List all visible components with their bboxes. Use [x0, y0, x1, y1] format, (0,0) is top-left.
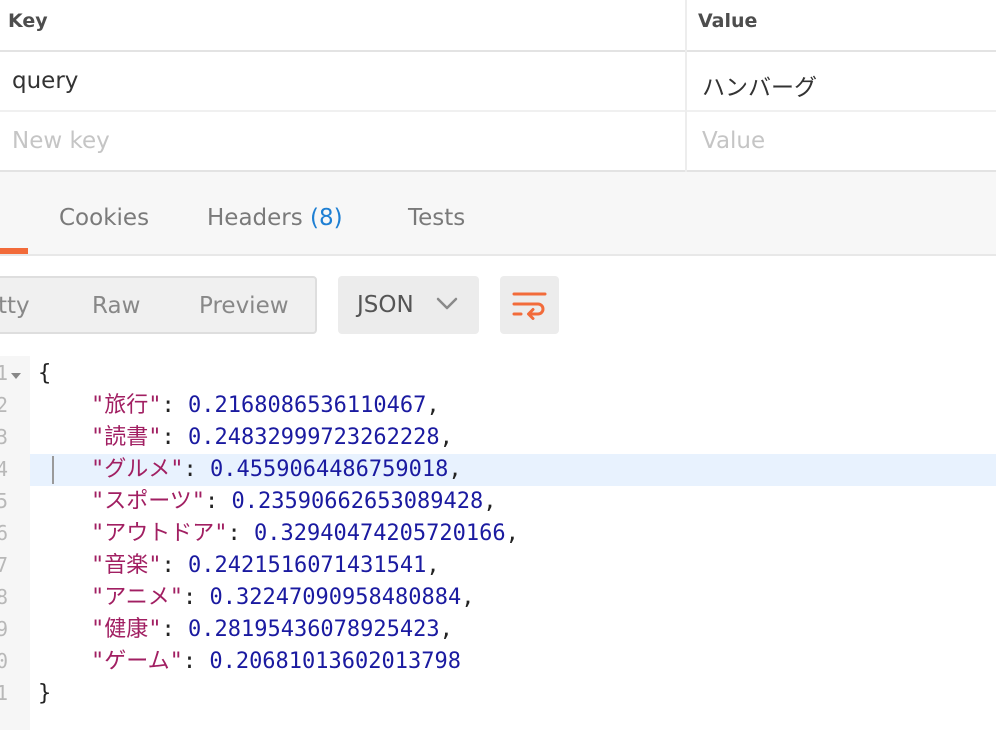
json-value: 0.32247090958480884 — [209, 585, 462, 610]
json-entry: "読書": 0.24832999723262228, — [90, 425, 453, 450]
line-number: 9 — [0, 617, 8, 641]
json-close-brace: } — [38, 681, 52, 706]
tab-headers-label: Headers — [207, 205, 303, 231]
json-entry: "音楽": 0.2421516071431541, — [90, 553, 440, 578]
param-key-field[interactable]: query — [12, 68, 78, 94]
line-number: 8 — [0, 585, 8, 609]
json-entry: "旅行": 0.2168086536110467, — [90, 393, 440, 418]
json-value: 0.2421516071431541 — [187, 553, 427, 578]
param-value-field[interactable]: ハンバーグ — [702, 68, 817, 102]
wrap-lines-button[interactable] — [500, 276, 559, 334]
chevron-down-icon — [434, 290, 460, 320]
json-value: 0.28195436078925423 — [187, 617, 440, 642]
line-number: 0 — [0, 649, 8, 673]
json-entry: "ゲーム": 0.20681013602013798 — [90, 649, 461, 674]
json-key: "読書" — [90, 425, 162, 450]
response-tabs: Cookies Headers (8) Tests — [0, 172, 996, 256]
json-key: "アウトドア" — [90, 521, 228, 546]
line-number-gutter: 1 2 3 4 5 6 7 8 9 0 1 — [0, 356, 30, 730]
json-value: 0.32940474205720166 — [253, 521, 506, 546]
json-value: 0.2168086536110467 — [187, 393, 427, 418]
line-number: 1 — [0, 361, 8, 385]
view-mode-pretty[interactable]: tty — [0, 293, 30, 319]
new-value-input[interactable]: Value — [702, 128, 765, 154]
line-number: 7 — [0, 553, 8, 577]
json-entry: "アニメ": 0.32247090958480884, — [90, 585, 475, 610]
value-column-header: Value — [698, 10, 758, 32]
json-value: 0.24832999723262228 — [187, 425, 440, 450]
json-value: 0.4559064486759018 — [209, 457, 449, 482]
tab-headers[interactable]: Headers (8) — [207, 205, 343, 231]
line-number: 1 — [0, 681, 8, 705]
new-param-row[interactable]: New key Value — [0, 112, 996, 172]
params-header-row: Key Value — [0, 0, 996, 52]
response-toolbar: tty Raw Preview JSON — [0, 256, 996, 352]
json-entry: "アウトドア": 0.32940474205720166, — [90, 521, 519, 546]
line-number: 4 — [0, 457, 8, 481]
json-key: "健康" — [90, 617, 162, 642]
column-divider — [685, 0, 687, 172]
json-value: 0.20681013602013798 — [209, 649, 461, 674]
json-key: "グルメ" — [90, 457, 184, 482]
json-key: "アニメ" — [90, 585, 184, 610]
new-key-input[interactable]: New key — [12, 128, 110, 154]
json-entry: "グルメ": 0.4559064486759018, — [90, 457, 462, 482]
tab-tests[interactable]: Tests — [408, 205, 465, 231]
json-key: "ゲーム" — [90, 649, 183, 674]
line-number: 6 — [0, 521, 8, 545]
key-column-header: Key — [8, 10, 48, 32]
line-number: 5 — [0, 489, 8, 513]
tab-cookies[interactable]: Cookies — [59, 205, 149, 231]
line-number: 3 — [0, 425, 8, 449]
view-mode-raw[interactable]: Raw — [92, 293, 140, 319]
line-number: 2 — [0, 393, 8, 417]
json-key: "音楽" — [90, 553, 162, 578]
view-mode-preview[interactable]: Preview — [199, 293, 289, 319]
headers-count-badge: (8) — [310, 205, 343, 231]
fold-arrow-icon[interactable] — [11, 373, 21, 379]
json-open-brace: { — [38, 361, 52, 386]
view-mode-switcher: tty Raw Preview — [0, 276, 317, 334]
param-row[interactable]: query ハンバーグ — [0, 52, 996, 112]
json-entry: "健康": 0.28195436078925423, — [90, 617, 453, 642]
active-tab-indicator — [0, 248, 28, 254]
format-select[interactable]: JSON — [338, 276, 479, 334]
response-body-viewer[interactable]: 1 2 3 4 5 6 7 8 9 0 1 { "旅行": 0.21680865… — [0, 356, 996, 730]
format-select-value: JSON — [357, 292, 414, 318]
params-table: Key Value query ハンバーグ New key Value — [0, 0, 996, 172]
json-value: 0.23590662653089428 — [231, 489, 484, 514]
json-entry: "スポーツ": 0.23590662653089428, — [90, 489, 497, 514]
json-key: "旅行" — [90, 393, 162, 418]
json-key: "スポーツ" — [90, 489, 206, 514]
